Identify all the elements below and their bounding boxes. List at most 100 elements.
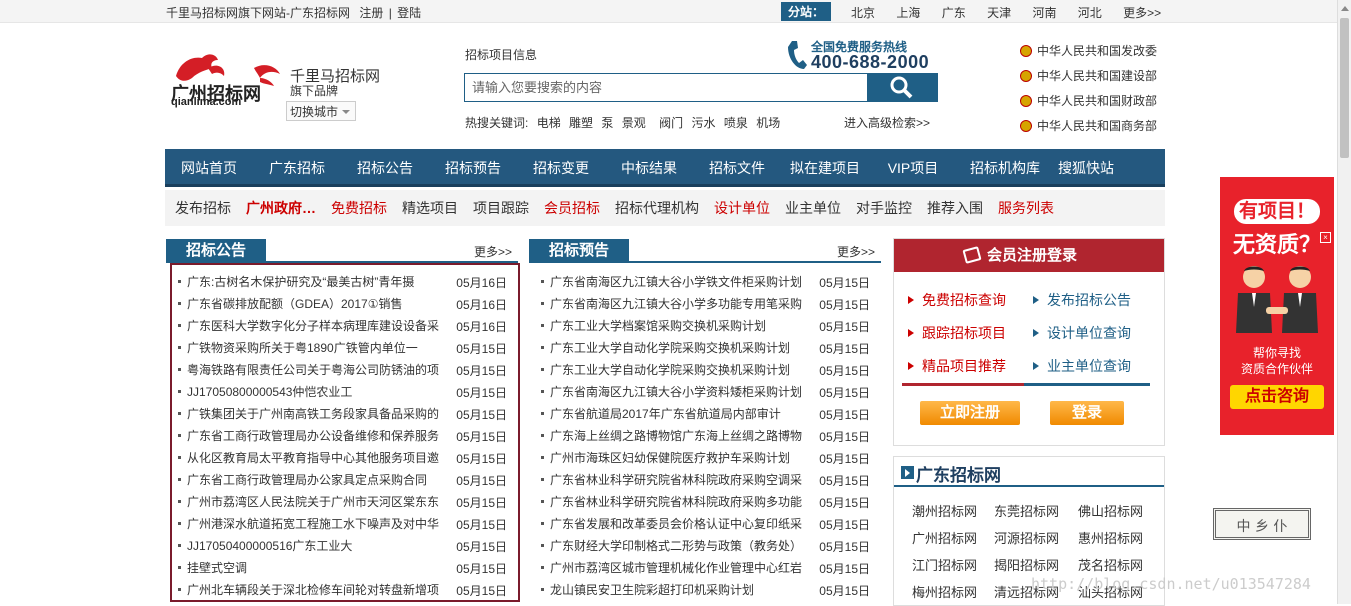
city-link[interactable]: 北京 bbox=[851, 4, 875, 21]
city-site-link[interactable]: 江门招标网 bbox=[912, 555, 977, 574]
city-site-link[interactable]: 梅州招标网 bbox=[912, 582, 977, 601]
search-button[interactable] bbox=[867, 73, 938, 102]
sub-nav-item[interactable]: 对手监控 bbox=[856, 198, 912, 218]
city-site-link[interactable]: 惠州招标网 bbox=[1078, 528, 1143, 547]
city-site-link[interactable]: 揭阳招标网 bbox=[994, 555, 1059, 574]
register-link[interactable]: 注册 bbox=[359, 6, 383, 20]
city-link[interactable]: 上海 bbox=[896, 4, 920, 21]
sub-nav-item[interactable]: 推荐入围 bbox=[927, 198, 983, 218]
list-item[interactable]: 广东省南海区九江镇大谷小学资料矮柜采购计划 05月15日 bbox=[541, 380, 870, 402]
list-item-title[interactable]: 广东省南海区九江镇大谷小学资料矮柜采购计划 bbox=[550, 383, 802, 400]
list-item[interactable]: 广东省航道局2017年广东省航道局内部审计 05月15日 bbox=[541, 402, 870, 424]
sub-nav-item[interactable]: 业主单位 bbox=[785, 198, 841, 218]
list-item[interactable]: 广东省南海区九江镇大谷小学多功能专用笔采购 05月15日 bbox=[541, 292, 870, 314]
hot-keyword[interactable]: 阀门 bbox=[659, 116, 683, 130]
list-item-title[interactable]: 广东省发展和改革委员会价格认证中心复印纸采 bbox=[550, 515, 802, 532]
hot-keyword[interactable]: 喷泉 bbox=[724, 116, 748, 130]
sub-nav-item[interactable]: 设计单位 bbox=[714, 198, 770, 218]
list-item[interactable]: 广州市荔湾区城市管理机械化作业管理中心红岩 05月15日 bbox=[541, 556, 870, 578]
previews-title[interactable]: 招标预告 bbox=[529, 239, 630, 263]
nav-item[interactable]: 招标文件 bbox=[693, 149, 781, 184]
nav-item[interactable]: 中标结果 bbox=[605, 149, 693, 184]
list-item-title[interactable]: 广东省航道局2017年广东省航道局内部审计 bbox=[550, 405, 802, 422]
member-link[interactable]: 发布招标公告 bbox=[1033, 283, 1158, 316]
list-item[interactable]: 广东工业大学自动化学院采购交换机采购计划 05月15日 bbox=[541, 358, 870, 380]
register-button[interactable]: 立即注册 bbox=[920, 401, 1020, 425]
gov-link[interactable]: 中华人民共和国建设部 bbox=[1020, 63, 1157, 88]
search-input[interactable]: 请输入您要搜索的内容 bbox=[464, 73, 868, 102]
sub-nav-item[interactable]: 项目跟踪 bbox=[473, 198, 529, 218]
list-item-title[interactable]: 广东财经大学印制格式二形势与政策（教务处） bbox=[550, 537, 802, 554]
ad-consult-button[interactable]: 点击咨询 bbox=[1230, 385, 1324, 409]
nav-item[interactable]: 招标预告 bbox=[429, 149, 517, 184]
hot-keyword[interactable]: 景观 bbox=[622, 116, 646, 130]
member-link[interactable]: 业主单位查询 bbox=[1033, 349, 1158, 382]
nav-item[interactable]: VIP项目 bbox=[869, 149, 957, 184]
list-item[interactable]: 广东省发展和改革委员会价格认证中心复印纸采 05月15日 bbox=[541, 512, 870, 534]
advanced-search-link[interactable]: 进入高级检索>> bbox=[844, 114, 930, 131]
nav-item[interactable]: 招标变更 bbox=[517, 149, 605, 184]
city-site-link[interactable]: 河源招标网 bbox=[994, 528, 1059, 547]
list-item-title[interactable]: 广东省林业科学研究院省林科院政府采购空调采 bbox=[550, 471, 802, 488]
switch-city-dropdown[interactable]: 切换城市 bbox=[286, 101, 356, 121]
list-item-title[interactable]: 广州市荔湾区城市管理机械化作业管理中心红岩 bbox=[550, 559, 802, 576]
list-item-title[interactable]: 广东工业大学档案馆采购交换机采购计划 bbox=[550, 317, 802, 334]
sub-nav-item[interactable]: 免费招标 bbox=[331, 198, 387, 218]
list-item[interactable]: 广东省南海区九江镇大谷小学铁文件柜采购计划 05月15日 bbox=[541, 270, 870, 292]
hot-keyword[interactable]: 机场 bbox=[756, 116, 780, 130]
member-link[interactable]: 跟踪招标项目 bbox=[908, 316, 1033, 349]
login-button[interactable]: 登录 bbox=[1050, 401, 1124, 425]
ad-banner[interactable]: 有项目！ 无资质？ × 帮你寻找 资质合作伙伴 点击咨询 bbox=[1220, 177, 1334, 435]
list-item-title[interactable]: 广州市海珠区妇幼保健院医疗救护车采购计划 bbox=[550, 449, 802, 466]
list-item[interactable]: 广东工业大学自动化学院采购交换机采购计划 05月15日 bbox=[541, 336, 870, 358]
nav-item[interactable]: 招标公告 bbox=[341, 149, 429, 184]
nav-item[interactable]: 广东招标 bbox=[253, 149, 341, 184]
nav-item[interactable]: 拟在建项目 bbox=[781, 149, 869, 184]
list-item-title[interactable]: 广东海上丝绸之路博物馆广东海上丝绸之路博物 bbox=[550, 427, 802, 444]
city-site-link[interactable]: 东莞招标网 bbox=[994, 501, 1059, 520]
list-item[interactable]: 龙山镇民安卫生院彩超打印机采购计划 05月15日 bbox=[541, 578, 870, 600]
list-item-title[interactable]: 龙山镇民安卫生院彩超打印机采购计划 bbox=[550, 581, 802, 598]
city-site-link[interactable]: 佛山招标网 bbox=[1078, 501, 1143, 520]
sub-nav-item[interactable]: 招标代理机构 bbox=[615, 198, 699, 218]
scroll-up-arrow-icon[interactable] bbox=[1341, 6, 1349, 11]
nav-item[interactable]: 网站首页 bbox=[165, 149, 253, 184]
announcements-more-link[interactable]: 更多>> bbox=[474, 243, 512, 260]
list-item-title[interactable]: 广东省南海区九江镇大谷小学多功能专用笔采购 bbox=[550, 295, 802, 312]
city-site-link[interactable]: 广州招标网 bbox=[912, 528, 977, 547]
gov-link[interactable]: 中华人民共和国商务部 bbox=[1020, 113, 1157, 138]
previews-more-link[interactable]: 更多>> bbox=[837, 243, 875, 260]
member-link[interactable]: 免费招标查询 bbox=[908, 283, 1033, 316]
gov-link[interactable]: 中华人民共和国发改委 bbox=[1020, 38, 1157, 63]
list-item-title[interactable]: 广东工业大学自动化学院采购交换机采购计划 bbox=[550, 361, 802, 378]
list-item[interactable]: 广东海上丝绸之路博物馆广东海上丝绸之路博物 05月15日 bbox=[541, 424, 870, 446]
city-link[interactable]: 河北 bbox=[1078, 4, 1102, 21]
hot-keyword[interactable]: 电梯 bbox=[537, 116, 561, 130]
city-site-link[interactable]: 潮州招标网 bbox=[912, 501, 977, 520]
login-link[interactable]: 登陆 bbox=[397, 6, 421, 20]
list-item-title[interactable]: 广东省南海区九江镇大谷小学铁文件柜采购计划 bbox=[550, 273, 802, 290]
list-item[interactable]: 广东省林业科学研究院省林科院政府采购多功能 05月15日 bbox=[541, 490, 870, 512]
close-icon[interactable]: × bbox=[1320, 232, 1331, 243]
scrollbar[interactable] bbox=[1337, 0, 1351, 604]
sub-nav-item[interactable]: 精选项目 bbox=[402, 198, 458, 218]
city-link[interactable]: 广东 bbox=[942, 4, 966, 21]
list-item-title[interactable]: 广东工业大学自动化学院采购交换机采购计划 bbox=[550, 339, 802, 356]
announcements-title[interactable]: 招标公告 bbox=[166, 239, 267, 263]
sub-nav-item[interactable]: 会员招标 bbox=[544, 198, 600, 218]
sub-nav-item[interactable]: 广州政府… bbox=[246, 198, 316, 218]
hot-keyword[interactable]: 泵 bbox=[601, 116, 613, 130]
sub-nav-item[interactable]: 发布招标 bbox=[175, 198, 231, 218]
list-item-title[interactable]: 广东省林业科学研究院省林科院政府采购多功能 bbox=[550, 493, 802, 510]
sub-nav-item[interactable]: 服务列表 bbox=[998, 198, 1054, 218]
search-category-label[interactable]: 招标项目信息 bbox=[465, 46, 537, 63]
city-link[interactable]: 天津 bbox=[987, 4, 1011, 21]
hot-keyword[interactable]: 污水 bbox=[691, 116, 715, 130]
list-item[interactable]: 广东省林业科学研究院省林科院政府采购空调采 05月15日 bbox=[541, 468, 870, 490]
member-link[interactable]: 精品项目推荐 bbox=[908, 349, 1033, 382]
gov-link[interactable]: 中华人民共和国财政部 bbox=[1020, 88, 1157, 113]
member-link[interactable]: 设计单位查询 bbox=[1033, 316, 1158, 349]
scrollbar-thumb[interactable] bbox=[1340, 18, 1349, 158]
list-item[interactable]: 广州市海珠区妇幼保健院医疗救护车采购计划 05月15日 bbox=[541, 446, 870, 468]
hot-keyword[interactable]: 雕塑 bbox=[569, 116, 593, 130]
